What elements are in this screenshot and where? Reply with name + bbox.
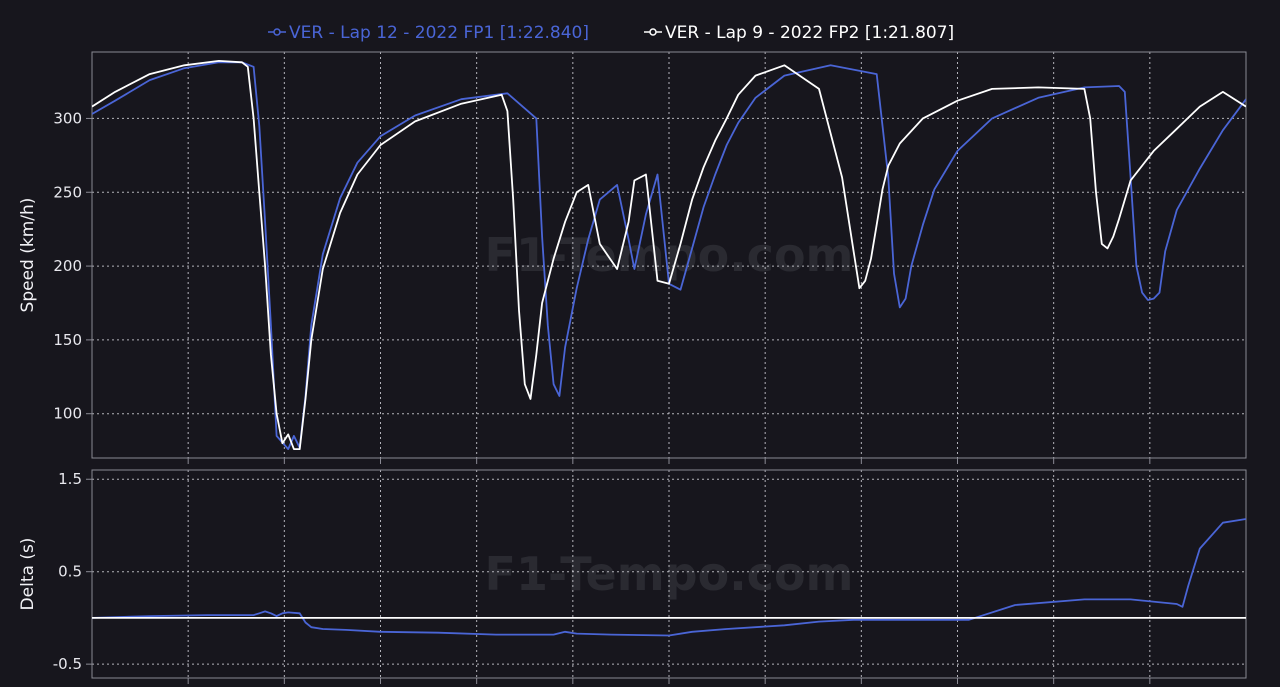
delta-y-tick-label: 0.5 bbox=[58, 563, 82, 581]
legend-item-label[interactable]: VER - Lap 12 - 2022 FP1 [1:22.840] bbox=[289, 23, 589, 43]
speed-y-tick-label: 300 bbox=[53, 109, 82, 127]
legend-marker-dot bbox=[649, 28, 657, 36]
chart-svg: F1-Tempo.com100150200250300Speed (km/h) … bbox=[0, 0, 1280, 687]
legend-marker-dot bbox=[273, 28, 281, 36]
speed-y-axis-title: Speed (km/h) bbox=[18, 198, 38, 313]
delta-y-tick-label: 1.5 bbox=[58, 470, 82, 488]
delta-y-axis-title: Delta (s) bbox=[18, 538, 38, 611]
speed-y-tick-label: 200 bbox=[53, 257, 82, 275]
speed-y-tick-label: 150 bbox=[53, 331, 82, 349]
delta-y-tick-label: -0.5 bbox=[53, 655, 82, 673]
speed-y-tick-label: 250 bbox=[53, 183, 82, 201]
speed-y-tick-label: 100 bbox=[53, 405, 82, 423]
chart-container: F1-Tempo.com 100 150 200 250 300 Speed (km/h) … bbox=[0, 0, 1280, 687]
legend-item-label[interactable]: VER - Lap 9 - 2022 FP2 [1:21.807] bbox=[665, 23, 954, 43]
